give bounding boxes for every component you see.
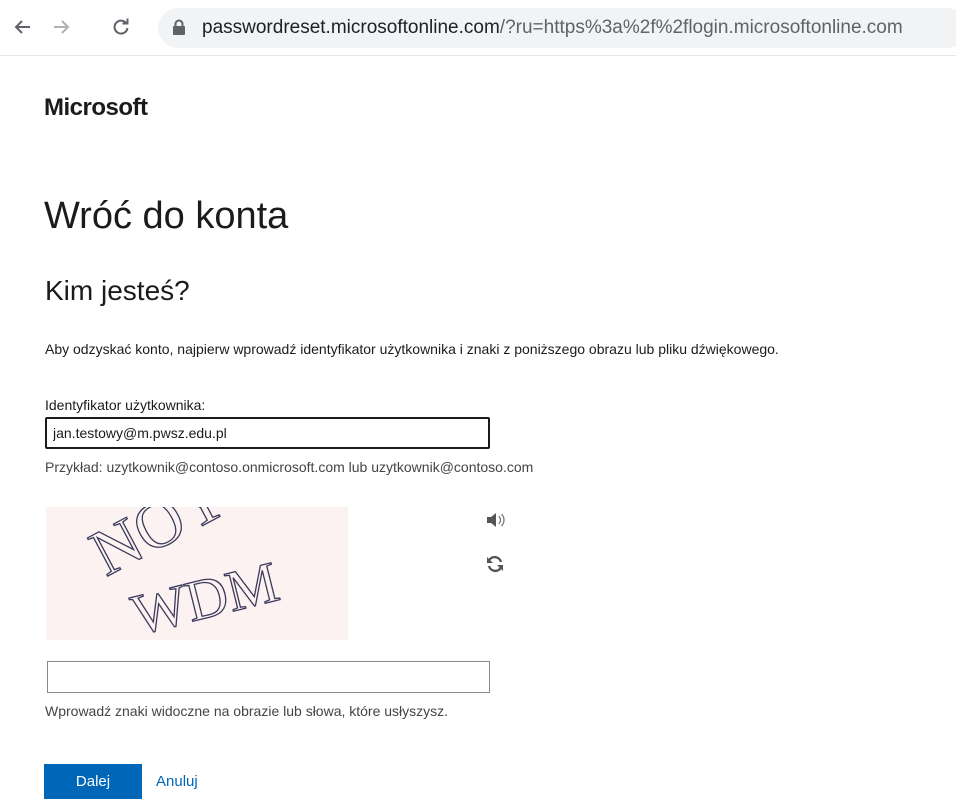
captcha-glyphs: NOY WDM [78,458,285,648]
speaker-icon[interactable] [484,510,506,530]
reload-icon[interactable] [108,14,134,40]
userid-example-text: Przykład: uzytkownik@contoso.onmicrosoft… [45,459,534,475]
userid-label: Identyfikator użytkownika: [45,397,206,413]
cancel-link[interactable]: Anuluj [156,773,198,790]
back-arrow-icon[interactable] [10,14,36,40]
captcha-input[interactable] [47,661,490,693]
section-title: Kim jesteś? [45,275,190,306]
url-path: /?ru=https%3a%2f%2flogin.microsoftonline… [499,17,903,38]
address-url: passwordreset.microsoftonline.com/?ru=ht… [202,17,903,39]
browser-toolbar: passwordreset.microsoftonline.com/?ru=ht… [0,0,956,56]
userid-input[interactable] [45,417,490,449]
instructions-text: Aby odzyskać konto, najpierw wprowadź id… [45,341,779,357]
lock-icon [172,19,186,40]
refresh-icon[interactable] [484,553,506,575]
captcha-image: NOY WDM [46,458,348,648]
next-button[interactable]: Dalej [44,764,142,799]
captcha-hint-text: Wprowadź znaki widoczne na obrazie lub s… [45,703,449,719]
url-host: passwordreset.microsoftonline.com [202,17,500,38]
forward-arrow-icon[interactable] [48,14,74,40]
address-bar[interactable]: passwordreset.microsoftonline.com/?ru=ht… [158,8,956,48]
microsoft-logo: Microsoft [44,94,148,121]
page-title: Wróć do konta [44,195,289,237]
